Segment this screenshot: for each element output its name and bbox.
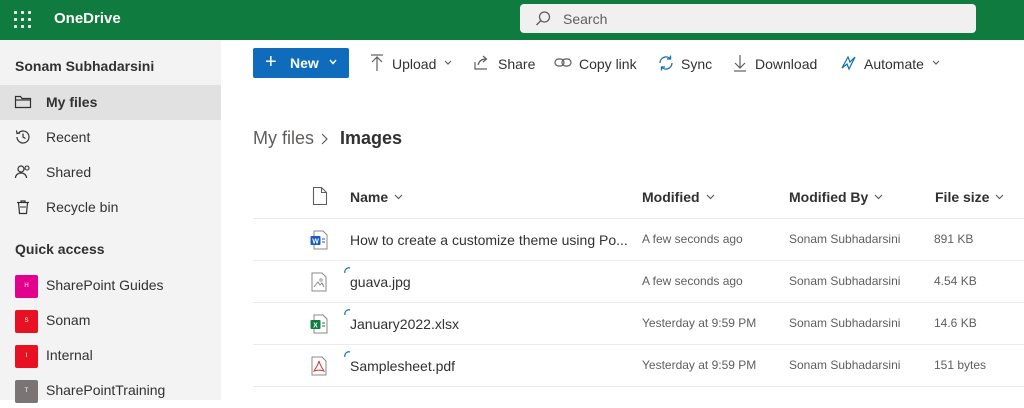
modified-by: Sonam Subhadarsini (789, 274, 901, 288)
column-header-file-size[interactable]: File size (935, 189, 1004, 205)
image-file-icon (311, 272, 327, 292)
table-row[interactable]: W How to create a customize theme using … (253, 219, 1024, 260)
history-icon (15, 130, 30, 144)
automate-label: Automate (864, 56, 924, 72)
site-sharepoint-guides[interactable]: H SharePoint Guides (0, 268, 221, 303)
file-name[interactable]: January2022.xlsx (350, 316, 459, 332)
new-button[interactable]: + New (253, 48, 349, 78)
automate-button[interactable]: Automate (840, 48, 942, 78)
file-size: 891 KB (934, 232, 974, 246)
table-row[interactable]: guava.jpg A few seconds ago Sonam Subhad… (253, 261, 1024, 302)
divider (253, 386, 1024, 387)
site-internal[interactable]: I Internal (0, 338, 221, 373)
upload-label: Upload (392, 56, 437, 72)
column-header-label: Name (350, 189, 389, 205)
column-header-modified[interactable]: Modified (642, 189, 715, 205)
search-icon (536, 11, 551, 26)
modified-date: A few seconds ago (642, 274, 743, 288)
table-row[interactable]: X January2022.xlsx Yesterday at 9:59 PM … (253, 303, 1024, 344)
chevron-down-icon (706, 194, 714, 200)
pdf-file-icon (311, 356, 327, 376)
modified-date: Yesterday at 9:59 PM (642, 316, 757, 330)
chevron-down-icon (394, 194, 403, 200)
share-label: Share (498, 56, 536, 72)
site-avatar: H (15, 275, 38, 298)
search-placeholder: Search (563, 11, 608, 27)
upload-icon (371, 54, 383, 71)
site-avatar: S (15, 310, 38, 333)
file-size: 14.6 KB (934, 316, 977, 330)
svg-text:W: W (312, 239, 319, 246)
chevron-down-icon (932, 60, 940, 65)
file-name[interactable]: How to create a customize theme using Po… (350, 232, 628, 248)
file-size: 4.54 KB (934, 274, 977, 288)
chevron-right-icon (321, 133, 328, 145)
site-label: SharePointTraining (46, 382, 166, 398)
file-name[interactable]: guava.jpg (350, 274, 411, 290)
modified-date: Yesterday at 9:59 PM (642, 358, 757, 372)
upload-button[interactable]: Upload (369, 48, 454, 78)
svg-text:X: X (313, 323, 318, 330)
nav-label: My files (46, 94, 98, 110)
excel-file-icon: X (310, 314, 328, 334)
table-row[interactable]: Samplesheet.pdf Yesterday at 9:59 PM Son… (253, 345, 1024, 386)
top-bar: OneDrive Search (0, 0, 1024, 40)
file-type-icon[interactable] (312, 186, 328, 206)
nav-shared[interactable]: Shared (0, 155, 221, 190)
site-avatar: I (15, 345, 38, 368)
search-box[interactable]: Search (520, 4, 976, 33)
nav-label: Recycle bin (46, 199, 119, 215)
share-icon (474, 55, 488, 70)
column-header-label: Modified By (789, 189, 869, 205)
download-button[interactable]: Download (732, 48, 820, 78)
site-label: Internal (46, 347, 93, 363)
sidebar: Sonam Subhadarsini My files Recent Share… (0, 40, 221, 403)
site-label: Sonam (46, 312, 91, 328)
modified-by: Sonam Subhadarsini (789, 316, 901, 330)
nav-my-files[interactable]: My files (0, 85, 221, 120)
app-launcher-icon[interactable] (12, 9, 32, 29)
column-header-name[interactable]: Name (350, 189, 403, 205)
app-title[interactable]: OneDrive (54, 10, 121, 27)
automate-icon (841, 55, 856, 71)
chevron-down-icon (329, 59, 337, 65)
copy-link-button[interactable]: Copy link (554, 48, 638, 78)
nav-recent[interactable]: Recent (0, 120, 221, 155)
nav-recycle-bin[interactable]: Recycle bin (0, 190, 221, 225)
chevron-down-icon (996, 194, 1004, 200)
quick-access-heading: Quick access (15, 241, 105, 257)
modified-by: Sonam Subhadarsini (789, 358, 901, 372)
user-name: Sonam Subhadarsini (15, 58, 155, 74)
download-icon (734, 55, 746, 72)
share-button[interactable]: Share (473, 48, 535, 78)
plus-icon: + (265, 51, 277, 73)
file-name[interactable]: Samplesheet.pdf (350, 358, 455, 374)
people-icon (14, 165, 30, 179)
column-header-label: File size (935, 189, 990, 205)
breadcrumb-current: Images (340, 128, 403, 148)
new-button-label: New (290, 55, 319, 71)
nav-label: Shared (46, 164, 92, 180)
trash-icon (17, 200, 29, 215)
file-size: 151 bytes (934, 358, 987, 372)
sync-button[interactable]: Sync (657, 48, 713, 78)
column-header-label: Modified (642, 189, 700, 205)
modified-date: A few seconds ago (642, 232, 743, 246)
link-icon (554, 58, 572, 67)
chevron-down-icon (444, 60, 452, 65)
nav-label: Recent (46, 129, 91, 145)
site-label: SharePoint Guides (46, 277, 164, 293)
modified-by: Sonam Subhadarsini (789, 232, 901, 246)
folder-icon (14, 95, 32, 109)
sync-label: Sync (681, 56, 713, 72)
sync-icon (659, 55, 673, 71)
column-header-modified-by[interactable]: Modified By (789, 189, 883, 205)
copy-link-label: Copy link (579, 56, 637, 72)
site-sonam[interactable]: S Sonam (0, 303, 221, 338)
site-sharepoint-training[interactable]: T SharePointTraining (0, 373, 221, 408)
download-label: Download (755, 56, 818, 72)
breadcrumb-parent[interactable]: My files (253, 128, 314, 149)
chevron-down-icon (874, 194, 883, 200)
word-file-icon: W (310, 230, 328, 250)
